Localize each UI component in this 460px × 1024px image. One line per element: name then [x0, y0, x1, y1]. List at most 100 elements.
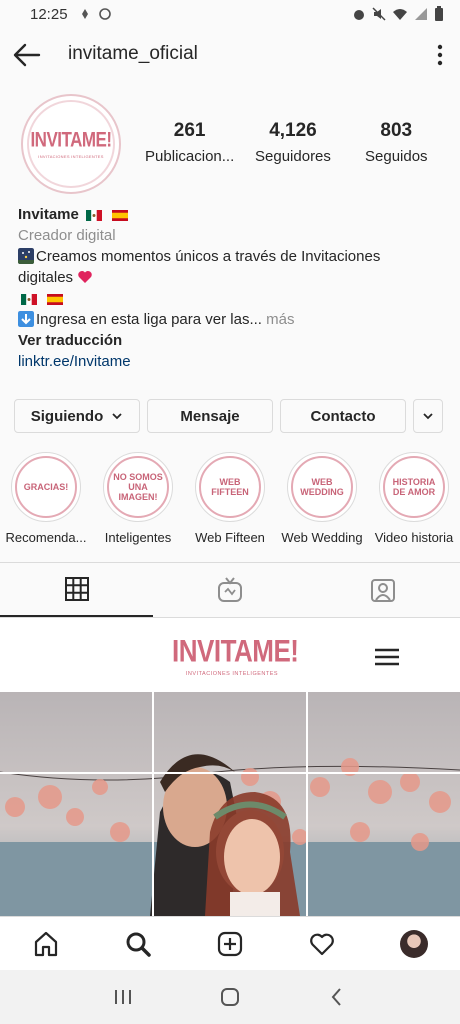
hamburger-menu-icon — [375, 648, 399, 666]
contact-button[interactable]: Contacto — [280, 399, 406, 433]
post-logo-subtitle: INVITACIONES INTELIGENTES — [185, 671, 279, 677]
back-button-icon[interactable] — [325, 985, 349, 1009]
mute-icon — [372, 7, 386, 21]
battery-icon — [435, 6, 443, 21]
avatar-logo-subtitle: INVITACIONES INTELIGENTES — [38, 153, 104, 159]
highlight-item[interactable]: GRACIAS! Recomenda... — [0, 452, 92, 545]
profile-website-link[interactable]: linktr.ee/Invitame — [18, 351, 438, 372]
tab-tagged[interactable] — [307, 563, 460, 617]
profile-tabs — [0, 563, 460, 617]
stat-following[interactable]: 803 Seguidos — [345, 120, 448, 165]
nav-new-post[interactable] — [184, 930, 276, 958]
highlight-item[interactable]: WEB FIFTEEN Web Fifteen — [184, 452, 276, 545]
stat-followers-value: 4,126 — [269, 120, 317, 141]
wifi-icon — [393, 9, 407, 20]
story-highlights: GRACIAS! Recomenda... NO SOMOS UNA IMAGE… — [0, 452, 460, 545]
stat-posts-value: 261 — [173, 120, 206, 141]
highlight-item[interactable]: HISTORIA DE AMOR Video historia — [368, 452, 460, 545]
highlight-label: Web Wedding — [281, 530, 363, 545]
mexico-flag-icon — [86, 209, 103, 221]
highlight-item[interactable]: WEB WEDDING Web Wedding — [276, 452, 368, 545]
stat-posts-label: Publicacion... — [145, 148, 235, 165]
nav-profile[interactable] — [368, 929, 460, 958]
highlight-cover-text: HISTORIA DE AMOR — [383, 456, 445, 518]
bio-more-link[interactable]: más — [262, 311, 294, 328]
highlight-cover-text: GRACIAS! — [15, 456, 77, 518]
highlight-label: Video historia — [374, 530, 454, 545]
alarm-icon — [354, 10, 364, 20]
grid-icon — [64, 577, 89, 601]
down-arrow-icon — [18, 311, 34, 327]
search-icon — [126, 932, 151, 957]
bio-line-2: digitales — [18, 269, 74, 286]
heart-icon — [310, 933, 334, 955]
stat-following-label: Seguidos — [365, 148, 428, 165]
highlight-cover: WEB WEDDING — [287, 452, 357, 522]
contact-button-label: Contacto — [310, 407, 376, 425]
add-post-icon — [217, 931, 243, 956]
highlight-label: Recomenda... — [5, 530, 87, 545]
nav-search[interactable] — [92, 930, 184, 958]
nav-activity[interactable] — [276, 930, 368, 958]
message-button[interactable]: Mensaje — [147, 399, 273, 433]
highlight-cover-text: NO SOMOS UNA IMAGEN! — [107, 456, 169, 518]
notification-icon — [78, 7, 92, 21]
highlight-cover: NO SOMOS UNA IMAGEN! — [103, 452, 173, 522]
post-preview-header: INVITAME! INVITACIONES INTELIGENTES — [0, 618, 460, 692]
status-bar: 12:25 — [0, 0, 460, 28]
more-options-icon[interactable] — [432, 42, 448, 68]
status-indicators — [352, 6, 444, 22]
tab-grid[interactable] — [0, 563, 154, 617]
suggested-accounts-button[interactable] — [413, 399, 443, 433]
highlight-cover: GRACIAS! — [11, 452, 81, 522]
status-time: 12:25 — [30, 5, 68, 23]
following-button-label: Siguiendo — [30, 407, 104, 425]
highlight-cover-text: WEB FIFTEEN — [199, 456, 261, 518]
post-logo-text: INVITAME! — [172, 632, 299, 669]
profile-avatar-icon — [400, 929, 428, 958]
spain-flag-icon — [112, 209, 129, 221]
stat-followers[interactable]: 4,126 Seguidores — [241, 120, 344, 165]
stat-followers-label: Seguidores — [255, 148, 331, 165]
home-button-icon[interactable] — [218, 985, 242, 1009]
see-translation-link[interactable]: Ver traducción — [18, 330, 438, 351]
assistant-icon — [98, 7, 112, 21]
home-icon — [34, 931, 58, 956]
chevron-down-icon — [112, 413, 122, 420]
highlight-label: Inteligentes — [104, 530, 172, 545]
profile-stats: 261 Publicacion... 4,126 Seguidores 803 … — [138, 120, 448, 165]
highlight-label: Web Fifteen — [195, 530, 265, 545]
mexico-flag-icon — [21, 293, 37, 305]
profile-avatar[interactable]: INVITAME! INVITACIONES INTELIGENTES — [21, 94, 121, 194]
profile-bio: Invitame Creador digital Creamos momento… — [18, 204, 438, 372]
avatar-logo-text: INVITAME! — [30, 127, 112, 151]
profile-category: Creador digital — [18, 227, 116, 244]
bottom-navigation — [0, 916, 460, 970]
nav-home[interactable] — [0, 930, 92, 958]
system-navigation-bar — [0, 970, 460, 1024]
highlight-item[interactable]: NO SOMOS UNA IMAGEN! Inteligentes — [92, 452, 184, 545]
post-logo: INVITAME! INVITACIONES INTELIGENTES — [172, 632, 299, 677]
message-button-label: Mensaje — [180, 407, 240, 425]
bio-line-1: Creamos momentos únicos a través de Invi… — [36, 248, 381, 265]
bio-link-line: Ingresa en esta liga para ver las... — [36, 311, 262, 328]
highlight-cover: HISTORIA DE AMOR — [379, 452, 449, 522]
spain-flag-icon — [47, 293, 64, 305]
chevron-down-icon — [423, 413, 433, 420]
stat-posts[interactable]: 261 Publicacion... — [138, 120, 241, 165]
profile-username: invitame_oficial — [68, 43, 198, 64]
profile-name: Invitame — [18, 206, 79, 223]
back-arrow-icon[interactable] — [12, 42, 42, 68]
recent-apps-icon[interactable] — [111, 985, 135, 1009]
highlight-cover: WEB FIFTEEN — [195, 452, 265, 522]
posts-grid[interactable] — [0, 692, 460, 916]
tab-igtv[interactable] — [153, 563, 306, 617]
avatar-logo-badge: INVITAME! INVITACIONES INTELIGENTES — [27, 100, 115, 188]
stat-following-value: 803 — [380, 120, 413, 141]
tagged-user-icon — [371, 579, 396, 602]
igtv-icon — [217, 577, 242, 602]
profile-actions: Siguiendo Mensaje Contacto — [14, 399, 446, 433]
highlight-cover-text: WEB WEDDING — [291, 456, 353, 518]
night-sky-icon — [18, 248, 34, 264]
following-button[interactable]: Siguiendo — [14, 399, 140, 433]
